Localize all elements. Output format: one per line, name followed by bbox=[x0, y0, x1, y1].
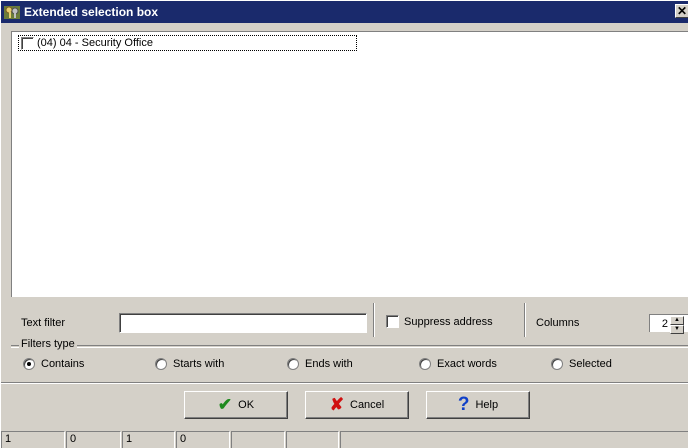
radio-selected[interactable]: Selected bbox=[551, 358, 612, 370]
radio-starts-with[interactable]: Starts with bbox=[155, 358, 224, 370]
divider bbox=[524, 303, 526, 337]
columns-label: Columns bbox=[536, 317, 580, 329]
divider bbox=[373, 303, 375, 337]
text-filter-label: Text filter bbox=[21, 317, 66, 329]
filters-type-label: Filters type bbox=[19, 338, 77, 350]
text-filter-input[interactable] bbox=[119, 313, 367, 333]
list-item[interactable]: (04) 04 - Security Office bbox=[18, 35, 357, 51]
window-title: Extended selection box bbox=[24, 5, 159, 19]
cancel-label: Cancel bbox=[350, 399, 385, 411]
radio-label: Contains bbox=[41, 358, 85, 370]
title-bar[interactable]: Extended selection box ✕ bbox=[1, 1, 688, 23]
list-item-label: (04) 04 - Security Office bbox=[37, 37, 153, 49]
status-cell: 1 bbox=[122, 431, 175, 448]
radio-exact-words[interactable]: Exact words bbox=[419, 358, 497, 370]
radio-ends-with[interactable]: Ends with bbox=[287, 358, 353, 370]
radio-label: Selected bbox=[569, 358, 612, 370]
spin-buttons: ▲ ▼ bbox=[670, 315, 684, 334]
radio-button-icon[interactable] bbox=[155, 358, 167, 370]
radio-label: Exact words bbox=[437, 358, 497, 370]
close-icon[interactable]: ✕ bbox=[675, 4, 688, 18]
spin-down-icon[interactable]: ▼ bbox=[670, 324, 684, 334]
checkmark-icon: ✔ bbox=[217, 395, 233, 414]
extended-selection-window: Extended selection box ✕ (04) 04 - Secur… bbox=[0, 0, 688, 448]
status-cell bbox=[286, 431, 339, 448]
suppress-address-option[interactable]: Suppress address bbox=[386, 315, 493, 328]
help-button[interactable]: ? Help bbox=[426, 391, 530, 419]
status-cell bbox=[340, 431, 688, 448]
suppress-address-label: Suppress address bbox=[404, 315, 493, 328]
selection-list[interactable]: (04) 04 - Security Office bbox=[11, 31, 688, 297]
radio-button-icon[interactable] bbox=[23, 358, 35, 370]
radio-label: Starts with bbox=[173, 358, 225, 370]
separator bbox=[1, 382, 688, 384]
list-item-checkbox[interactable] bbox=[21, 36, 34, 50]
status-cell: 0 bbox=[176, 431, 230, 448]
filter-row: Text filter Suppress address Columns 2 ▲… bbox=[1, 301, 688, 341]
status-cell: 0 bbox=[66, 431, 121, 448]
radio-label: Ends with bbox=[305, 358, 353, 370]
cancel-button[interactable]: ✘ Cancel bbox=[305, 391, 409, 419]
columns-stepper[interactable]: 2 ▲ ▼ bbox=[649, 314, 688, 334]
help-label: Help bbox=[475, 399, 499, 411]
radio-button-icon[interactable] bbox=[287, 358, 299, 370]
ok-button[interactable]: ✔ OK bbox=[184, 391, 288, 419]
x-icon: ✘ bbox=[329, 395, 344, 414]
status-bar: 1 0 1 0 bbox=[1, 429, 688, 448]
ok-label: OK bbox=[238, 399, 255, 411]
status-cell bbox=[231, 431, 285, 448]
filters-type-group: Filters type Contains Starts with Ends w… bbox=[11, 338, 688, 377]
keys-app-icon bbox=[3, 4, 21, 20]
radio-button-icon[interactable] bbox=[419, 358, 431, 370]
columns-value[interactable]: 2 bbox=[650, 318, 670, 330]
radio-contains[interactable]: Contains bbox=[23, 358, 84, 370]
status-cell: 1 bbox=[1, 431, 65, 448]
question-icon: ? bbox=[457, 394, 470, 415]
suppress-address-checkbox[interactable] bbox=[386, 315, 399, 328]
radio-button-icon[interactable] bbox=[551, 358, 563, 370]
spin-up-icon[interactable]: ▲ bbox=[670, 315, 684, 325]
